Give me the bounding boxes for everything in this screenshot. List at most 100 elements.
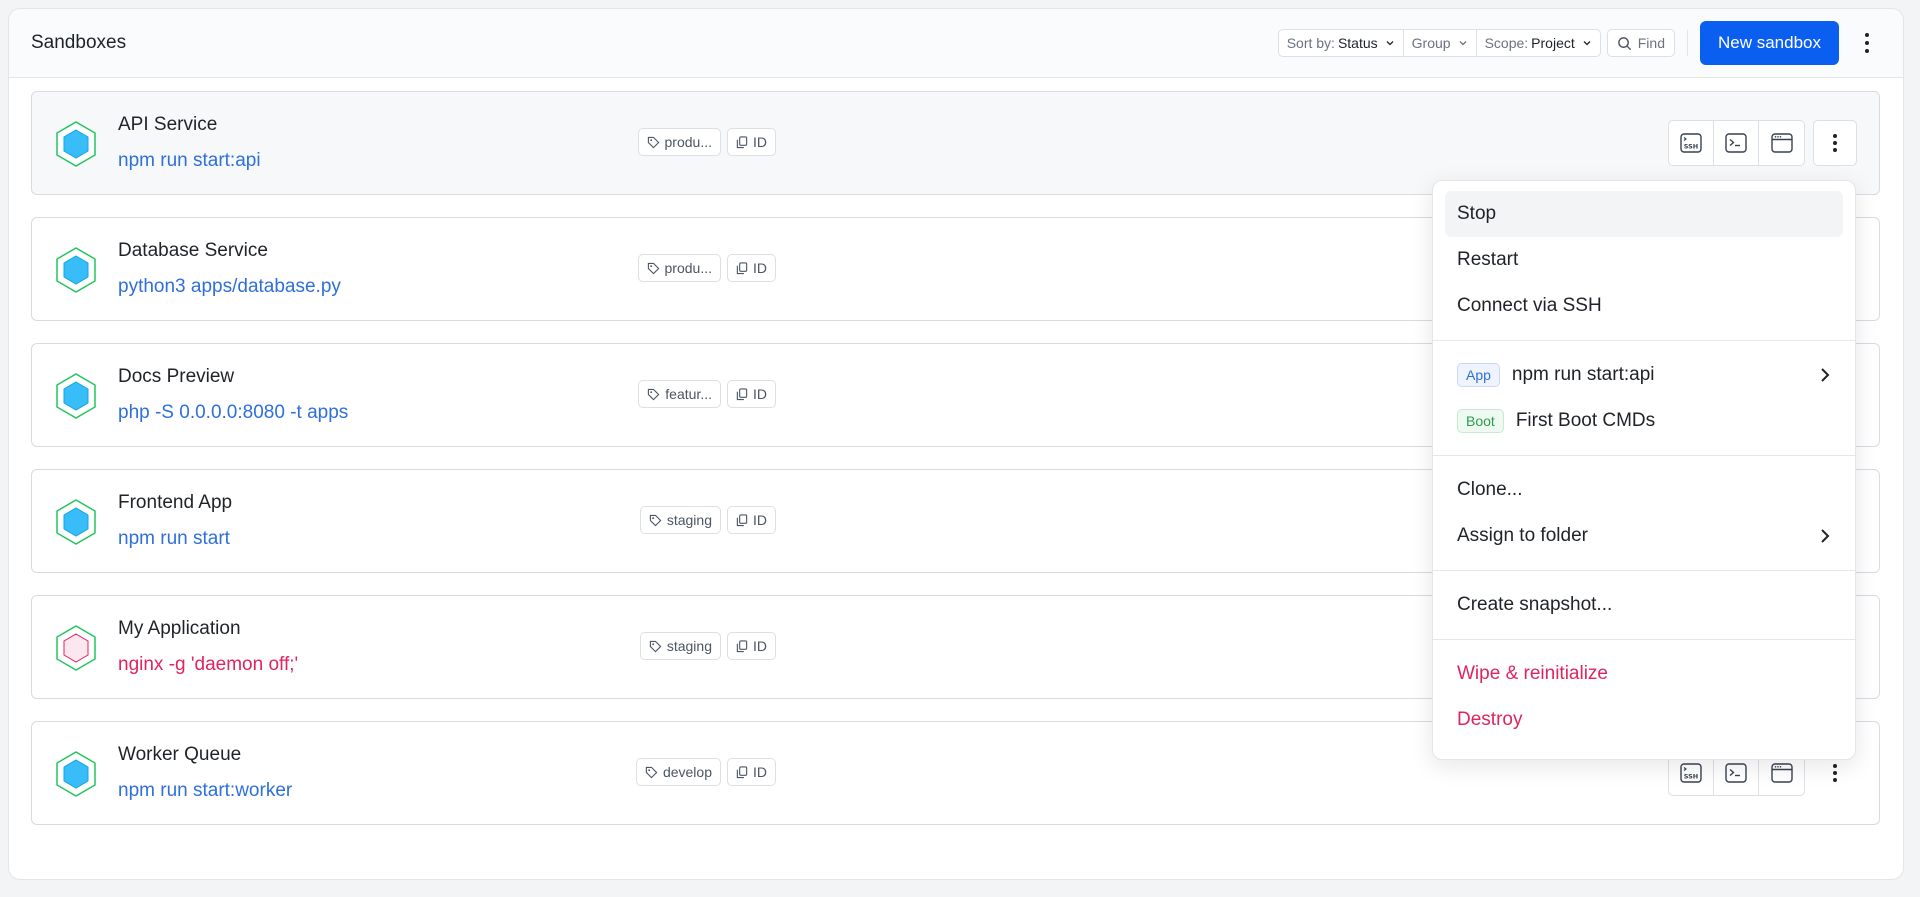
copy-id-button[interactable]: ID (727, 758, 776, 786)
chevron-down-icon (1583, 41, 1591, 46)
find-button[interactable]: Find (1606, 29, 1675, 57)
copy-id-button[interactable]: ID (727, 254, 776, 282)
tag-icon (649, 640, 662, 652)
id-label: ID (753, 386, 767, 402)
sort-value: Status (1337, 35, 1378, 51)
sandbox-command[interactable]: npm run start (118, 528, 230, 550)
copy-id-button[interactable]: ID (727, 506, 776, 534)
environment-tag[interactable]: featur... (638, 380, 721, 408)
sandbox-name[interactable]: Frontend App (118, 492, 232, 514)
sandbox-name[interactable]: Worker Queue (118, 744, 241, 766)
sandbox-name[interactable]: Database Service (118, 240, 268, 262)
menu-separator (1433, 570, 1855, 571)
sandbox-command[interactable]: php -S 0.0.0.0:8080 -t apps (118, 402, 348, 424)
environment-tag[interactable]: staging (639, 506, 721, 534)
terminal-button[interactable] (1714, 121, 1759, 165)
menu-item-clone[interactable]: Clone... (1445, 467, 1843, 513)
tag-label: featur... (665, 386, 712, 402)
sandbox-tags: produ... ID (637, 254, 776, 282)
sandbox-tags: develop ID (635, 758, 776, 786)
tag-icon (647, 262, 659, 274)
menu-separator (1433, 340, 1855, 341)
menu-item-stop[interactable]: Stop (1445, 191, 1843, 237)
page-title: Sandboxes (31, 32, 127, 53)
sandbox-tags: featur... ID (638, 380, 776, 408)
scope-dropdown[interactable]: Scope: Project (1477, 30, 1600, 56)
environment-tag[interactable]: produ... (637, 254, 721, 282)
sandbox-command[interactable]: python3 apps/database.py (118, 276, 341, 298)
toolbar-divider (1686, 30, 1688, 56)
copy-id-button[interactable]: ID (727, 128, 776, 156)
id-label: ID (753, 512, 767, 528)
copy-icon (736, 765, 748, 778)
svg-text:SSH: SSH (1684, 773, 1699, 781)
sandbox-command[interactable]: npm run start:api (118, 150, 261, 172)
svg-text:SSH: SSH (1684, 143, 1699, 151)
menu-separator (1433, 639, 1855, 640)
group-dropdown[interactable]: Group (1404, 30, 1477, 56)
menu-item-boot-commands[interactable]: Boot First Boot CMDs (1445, 398, 1843, 444)
sort-label: Sort by: (1286, 35, 1335, 51)
more-options-button[interactable] (1853, 23, 1881, 63)
menu-item-assign-folder[interactable]: Assign to folder (1445, 513, 1843, 559)
id-label: ID (753, 134, 767, 150)
sandbox-name[interactable]: Docs Preview (118, 366, 234, 388)
preview-button[interactable] (1759, 121, 1804, 165)
header-bar: Sandboxes Sort by: Status Group Scope: P… (9, 9, 1903, 77)
id-label: ID (753, 764, 767, 780)
view-controls: Sort by: Status Group Scope: Project (1277, 29, 1601, 57)
sandbox-more-button[interactable] (1813, 120, 1857, 166)
sandbox-command[interactable]: npm run start:worker (118, 780, 292, 802)
scope-value: Project (1531, 35, 1575, 51)
app-command-label: npm run start:api (1511, 364, 1655, 385)
environment-tag[interactable]: develop (635, 758, 721, 786)
terminal-icon (1725, 763, 1747, 783)
tag-icon (645, 766, 658, 778)
copy-icon (736, 261, 748, 274)
chevron-down-icon (1386, 41, 1394, 46)
chevron-right-icon (1821, 529, 1830, 543)
copy-id-button[interactable]: ID (727, 632, 776, 660)
tag-label: staging (666, 638, 712, 654)
sandbox-status-icon (56, 247, 96, 293)
sandbox-name[interactable]: My Application (118, 618, 241, 640)
copy-icon (736, 639, 748, 652)
tag-label: staging (666, 512, 712, 528)
more-vertical-icon (1833, 134, 1837, 152)
terminal-icon (1725, 133, 1747, 153)
chevron-down-icon (1459, 41, 1467, 46)
tag-icon (648, 388, 660, 400)
environment-tag[interactable]: produ... (637, 128, 721, 156)
id-label: ID (753, 260, 767, 276)
menu-item-wipe[interactable]: Wipe & reinitialize (1445, 651, 1843, 697)
sandbox-status-icon (56, 499, 96, 545)
copy-id-button[interactable]: ID (727, 380, 776, 408)
tag-label: develop (662, 764, 712, 780)
tag-icon (647, 136, 659, 148)
menu-item-destroy[interactable]: Destroy (1445, 697, 1843, 743)
copy-icon (736, 513, 748, 526)
sandbox-status-icon (56, 751, 96, 797)
ssh-button[interactable]: SSH (1669, 121, 1714, 165)
sandbox-name[interactable]: API Service (118, 114, 217, 136)
copy-icon (736, 387, 748, 400)
tag-label: produ... (664, 260, 712, 276)
new-sandbox-button[interactable]: New sandbox (1699, 21, 1839, 65)
menu-item-connect-ssh[interactable]: Connect via SSH (1445, 283, 1843, 329)
sandbox-status-icon (56, 373, 96, 419)
tag-label: produ... (664, 134, 712, 150)
chevron-right-icon (1821, 368, 1830, 382)
id-label: ID (753, 638, 767, 654)
more-vertical-icon (1865, 33, 1869, 53)
sandbox-command[interactable]: nginx -g 'daemon off;' (118, 654, 298, 676)
menu-item-app-command[interactable]: App npm run start:api (1445, 352, 1843, 398)
sandbox-tags: staging ID (639, 632, 776, 660)
menu-item-restart[interactable]: Restart (1445, 237, 1843, 283)
scope-label: Scope: (1484, 35, 1529, 51)
menu-item-create-snapshot[interactable]: Create snapshot... (1445, 582, 1843, 628)
environment-tag[interactable]: staging (639, 632, 721, 660)
app-badge: App (1457, 363, 1500, 387)
menu-separator (1433, 455, 1855, 456)
sort-dropdown[interactable]: Sort by: Status (1279, 30, 1404, 56)
ssh-icon: SSH (1680, 133, 1702, 153)
